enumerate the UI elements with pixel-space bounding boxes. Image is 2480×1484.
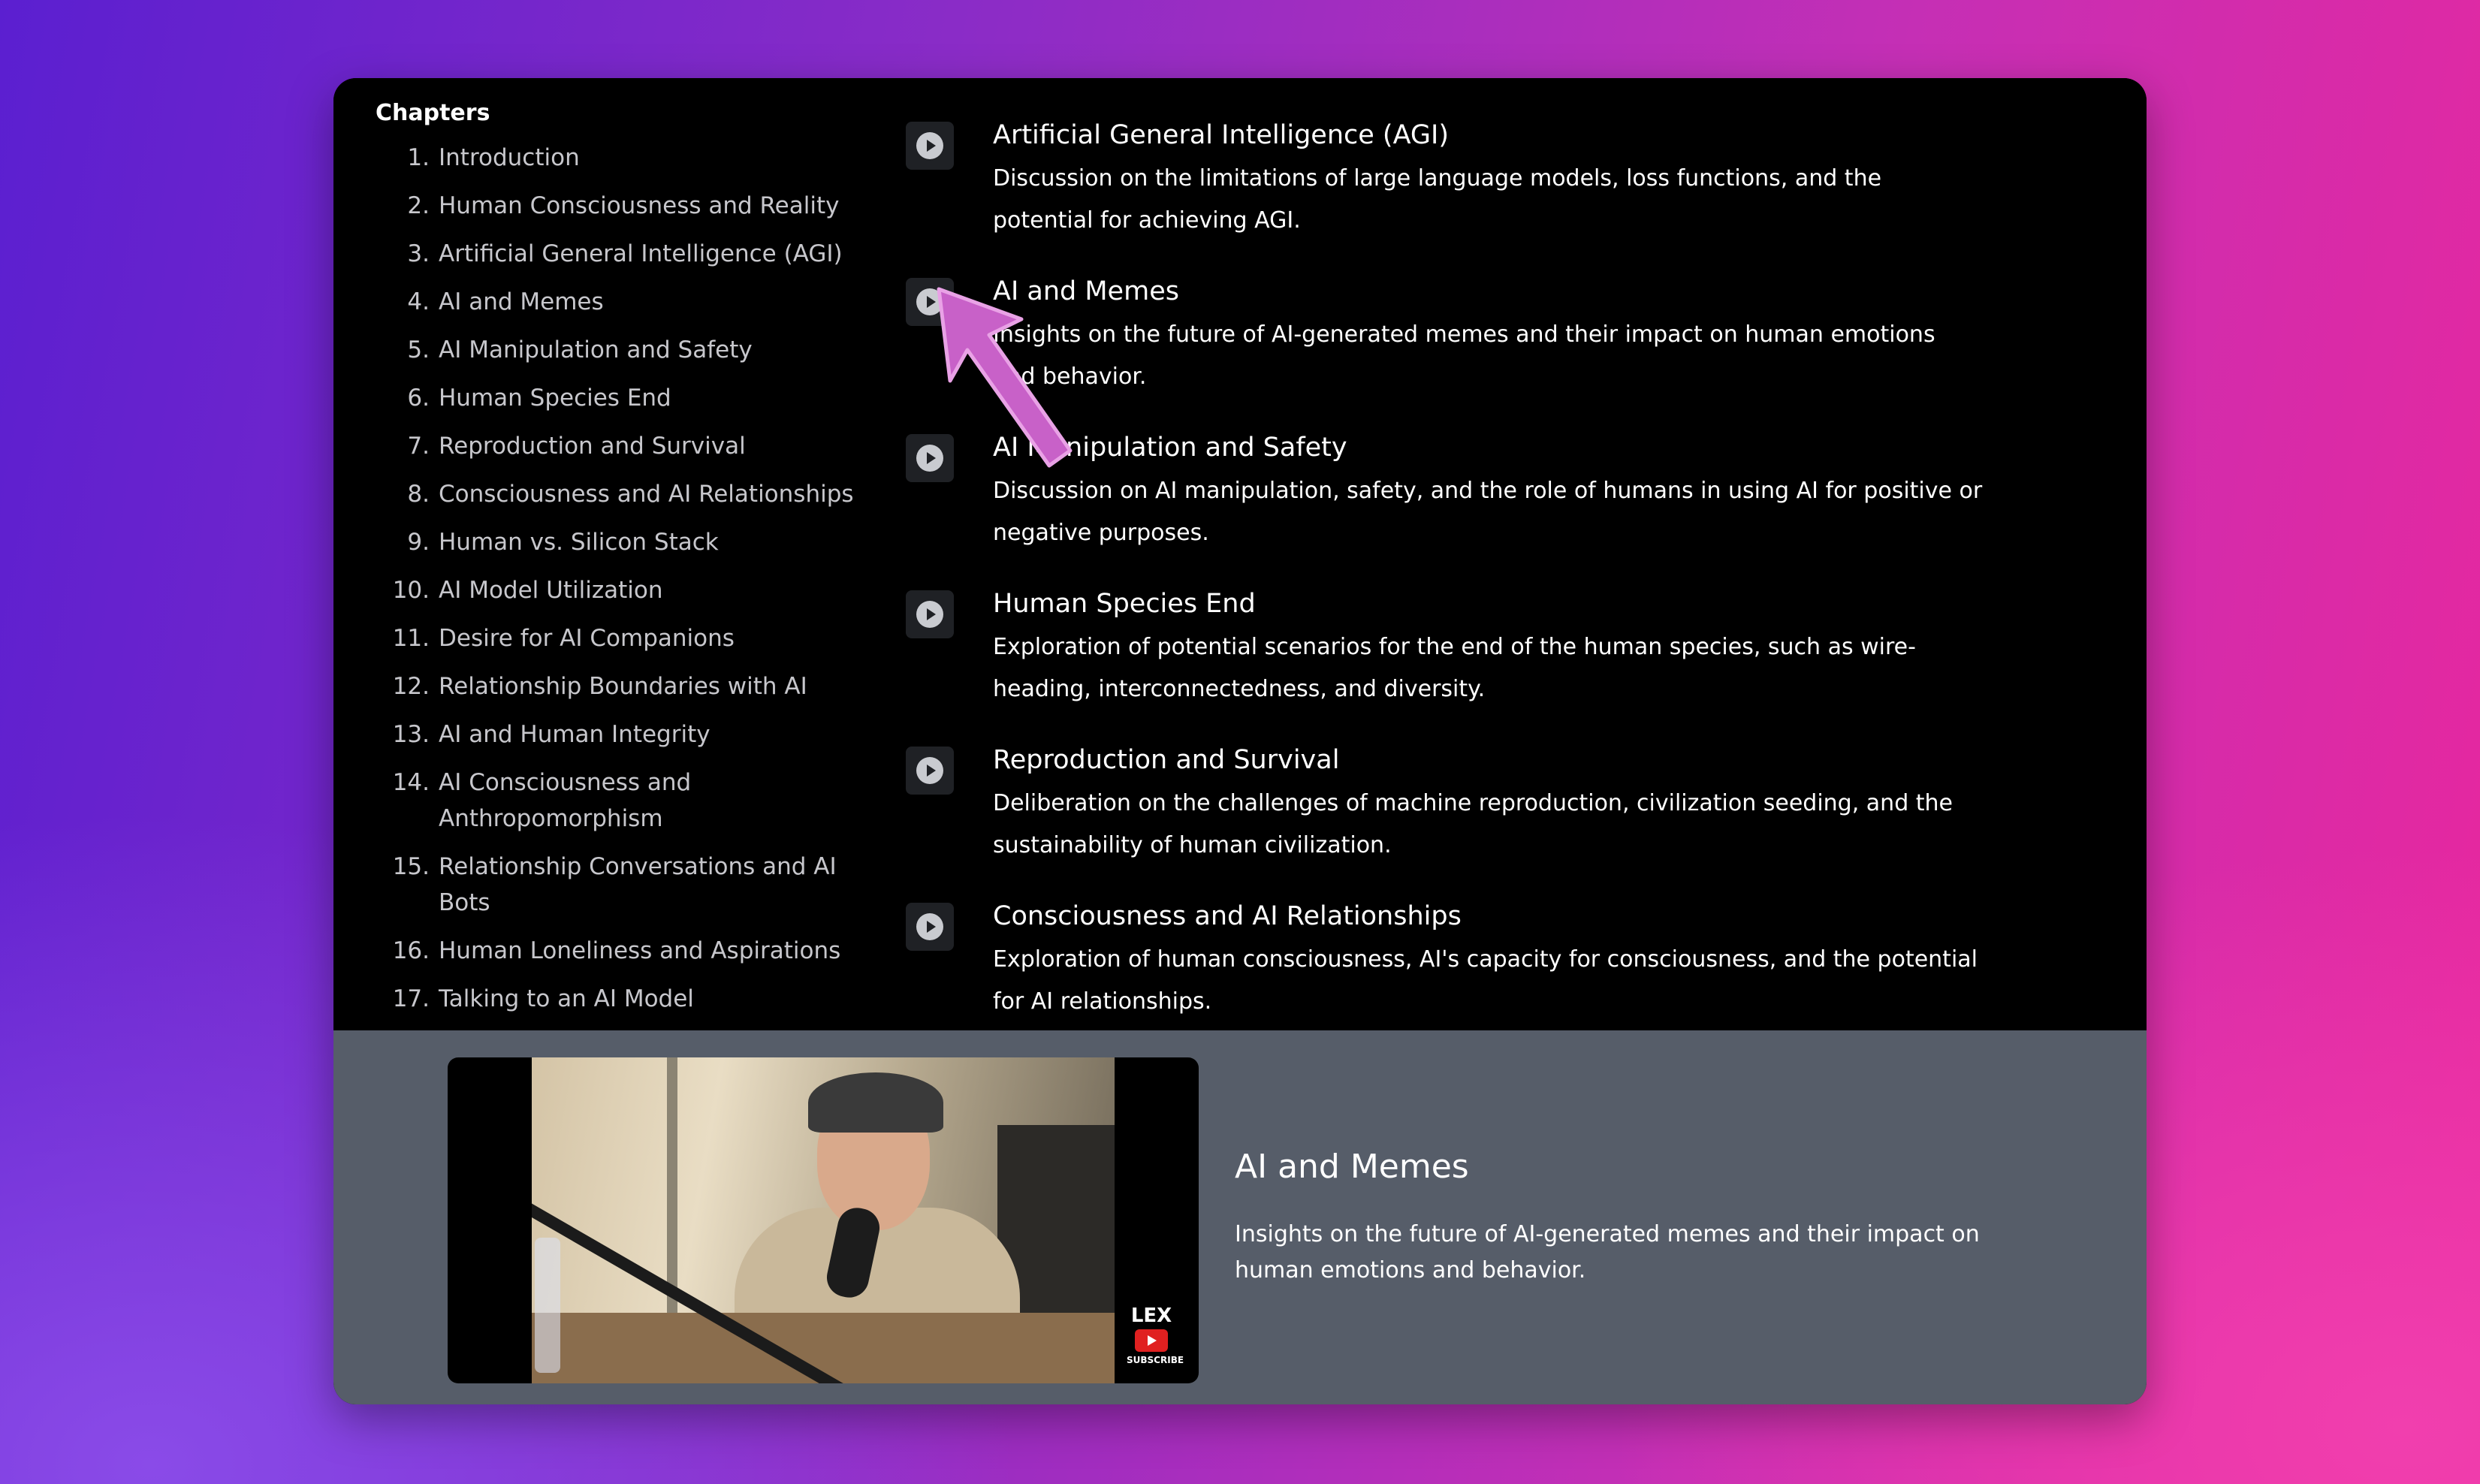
chapter-number: 5. [407, 336, 430, 363]
chapter-number: 16. [392, 937, 430, 964]
channel-name: LEX [1130, 1305, 1172, 1327]
play-icon [916, 757, 943, 784]
chapter-entry: Human Species End Exploration of potenti… [906, 584, 2107, 740]
play-icon [916, 288, 943, 315]
water-bottle [535, 1238, 560, 1373]
now-playing-panel: LEX SUBSCRIBE AI and Memes Insights on t… [333, 1030, 2147, 1404]
chapter-label: Talking to an AI Model [439, 985, 694, 1012]
play-icon [916, 601, 943, 628]
chapter-label: Desire for AI Companions [439, 625, 735, 652]
chapter-label: Artificial General Intelligence (AGI) [439, 240, 843, 267]
chapter-number: 1. [407, 144, 430, 171]
chapter-label: Consciousness and AI Relationships [439, 481, 854, 508]
play-button[interactable] [906, 434, 954, 482]
play-button[interactable] [906, 122, 954, 170]
video-frame [532, 1057, 1115, 1383]
channel-watermark[interactable]: LEX SUBSCRIBE [1127, 1305, 1184, 1365]
chapter-detail-list: Artificial General Intelligence (AGI) Di… [906, 116, 2107, 1053]
chapter-number: 6. [407, 385, 430, 412]
chapter-number: 3. [407, 240, 430, 267]
chapters-app: Chapters 1. Introduction 2. Human Consciou… [333, 78, 2147, 1404]
chapter-entry-title: Human Species End [993, 589, 1256, 619]
play-button[interactable] [906, 747, 954, 795]
chapter-number: 11. [392, 625, 430, 652]
chapter-number: 14. [392, 769, 430, 796]
chapter-label: Reproduction and Survival [439, 433, 746, 460]
chapter-entry-description: Deliberation on the challenges of machin… [993, 790, 1954, 858]
chapter-entry-title: Consciousness and AI Relationships [993, 901, 1462, 931]
chapter-entry-title: AI and Memes [993, 276, 1179, 306]
chapter-entry: AI and Memes Insights on the future of A… [906, 272, 2107, 428]
chapter-number: 4. [407, 288, 430, 315]
chapter-number: 8. [407, 481, 430, 508]
chapter-label: AI Manipulation and Safety [439, 336, 753, 363]
chapter-entry-title: AI Manipulation and Safety [993, 433, 1347, 463]
chapter-number: 2. [407, 192, 430, 219]
chapter-label: Human vs. Silicon Stack [439, 529, 719, 556]
chapters-panel: Chapters 1. Introduction 2. Human Consciou… [333, 78, 2147, 1030]
chapter-label: AI and Human Integrity [439, 721, 711, 748]
chapter-number: 17. [392, 985, 430, 1012]
chapter-entry: Artificial General Intelligence (AGI) Di… [906, 116, 2107, 272]
chapter-entry-description: Insights on the future of AI-generated m… [993, 321, 1935, 390]
chapter-entry-title: Artificial General Intelligence (AGI) [993, 120, 1449, 150]
chapter-entry-description: Exploration of potential scenarios for t… [993, 634, 1916, 702]
chapter-number: 15. [392, 853, 430, 880]
now-playing-description: Insights on the future of AI-generated m… [1235, 1221, 1980, 1283]
chapter-number: 7. [407, 433, 430, 460]
play-button[interactable] [906, 590, 954, 638]
chapter-label: Human Consciousness and Reality [439, 192, 840, 219]
chapter-entry: Reproduction and Survival Deliberation o… [906, 740, 2107, 897]
chapter-label: Human Loneliness and Aspirations [439, 937, 841, 964]
chapter-number: 10. [392, 577, 430, 604]
chapter-number: 12. [392, 673, 430, 700]
chapter-label: Human Species End [439, 385, 671, 412]
person-cap [808, 1072, 943, 1133]
chapter-label: Introduction [439, 144, 580, 171]
chapter-entry-description: Discussion on AI manipulation, safety, a… [993, 478, 1983, 546]
now-playing-title: AI and Memes [1235, 1148, 1469, 1186]
chapter-label: Relationship Conversations and AI Bots [439, 853, 837, 916]
subscribe-label: SUBSCRIBE [1127, 1355, 1184, 1365]
chapter-entry-title: Reproduction and Survival [993, 745, 1340, 775]
chapter-number: 13. [392, 721, 430, 748]
video-player[interactable]: LEX SUBSCRIBE [448, 1057, 1199, 1383]
chapter-entry: Consciousness and AI Relationships Explo… [906, 897, 2107, 1053]
chapter-number: 9. [407, 529, 430, 556]
play-button[interactable] [906, 278, 954, 326]
play-icon [916, 913, 943, 940]
chapter-label: AI Model Utilization [439, 577, 663, 604]
play-button[interactable] [906, 903, 954, 951]
chapter-label: AI and Memes [439, 288, 604, 315]
chapter-label: Relationship Boundaries with AI [439, 673, 807, 700]
chapter-entry-description: Exploration of human consciousness, AI's… [993, 946, 1978, 1015]
play-icon [916, 132, 943, 159]
chapter-entry-description: Discussion on the limitations of large l… [993, 165, 1882, 234]
chapter-label: AI Consciousness and Anthropomorphism [439, 769, 692, 832]
chapter-entry: AI Manipulation and Safety Discussion on… [906, 428, 2107, 584]
youtube-icon [1135, 1329, 1168, 1352]
play-icon [916, 445, 943, 472]
